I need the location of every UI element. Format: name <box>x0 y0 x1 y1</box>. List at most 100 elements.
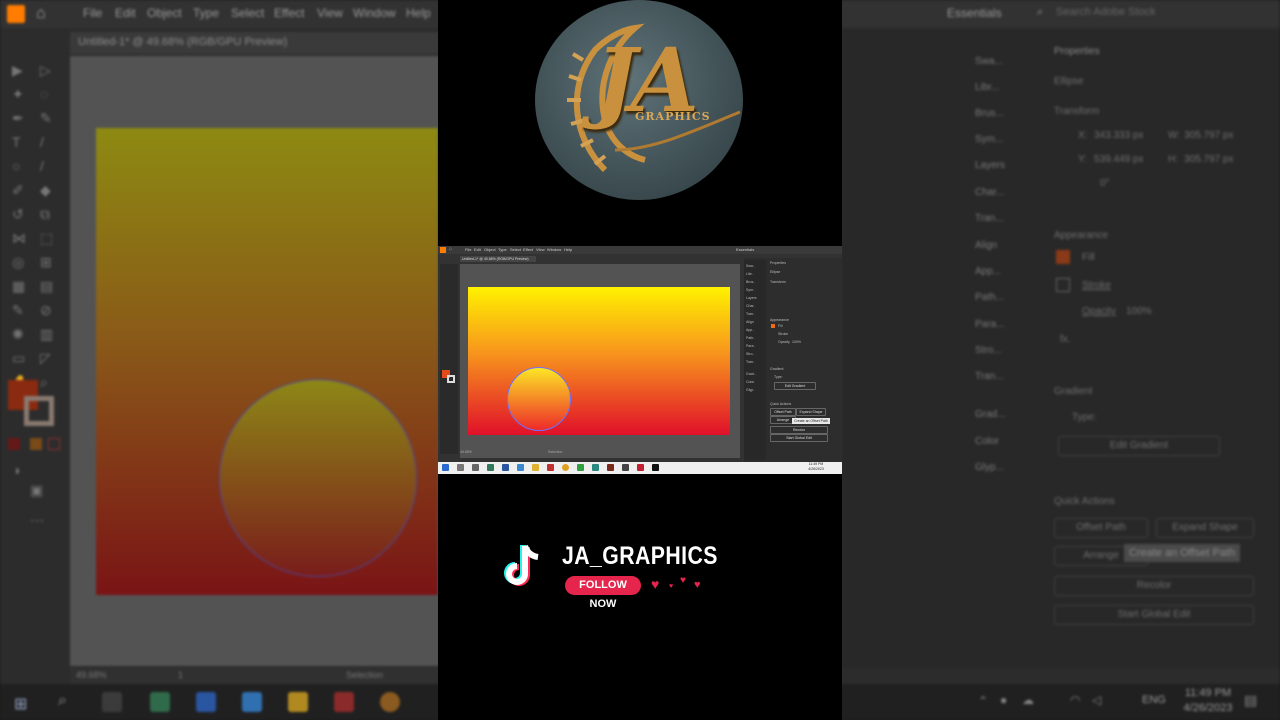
bg-store-icon <box>196 692 216 712</box>
inner-dock-color: Color <box>746 380 755 384</box>
bg-selection-tool-icon: ▶ <box>12 62 23 78</box>
inner-explorer-icon <box>532 464 539 471</box>
inner-home-icon: ⌂ <box>449 246 453 252</box>
inner-transform-label: Transform <box>770 280 786 284</box>
bg-y-label: Y: <box>1078 154 1087 165</box>
inner-taskview-icon <box>472 464 479 471</box>
bg-zoom-value: 49.68% <box>76 670 107 680</box>
bg-start-global-edit-button: Start Global Edit <box>1054 605 1254 625</box>
bg-menu-help: Help <box>406 6 431 20</box>
inner-tiktok-task-icon <box>652 464 659 471</box>
inner-menu-edit: Edit <box>474 247 481 252</box>
bg-tooltip: Create an Offset Path <box>1124 544 1240 562</box>
inner-menu-select: Select <box>510 247 522 252</box>
bg-chrome-icon <box>380 692 400 712</box>
bg-menu-type: Type <box>193 6 220 20</box>
bg-offset-path-button: Offset Path <box>1054 518 1148 538</box>
bg-windows-start-icon: ⊞ <box>14 696 28 713</box>
bg-eyedropper-icon: ✎ <box>12 302 24 318</box>
bg-gradient-mode-icon <box>30 438 42 450</box>
inner-ellipse <box>507 367 571 431</box>
inner-tooltip: Create an Offset Path <box>792 418 830 424</box>
inner-menu-help: Help <box>564 247 573 252</box>
inner-windows-taskbar <box>438 462 842 474</box>
home-icon: ⌂ <box>36 5 46 22</box>
inner-menu-file: File <box>465 247 472 252</box>
bg-dock-align: Align <box>975 240 998 251</box>
bg-menu-select: Select <box>231 6 265 20</box>
inner-menu-object: Object <box>484 247 496 252</box>
inner-dock-gradient: Grad.. <box>746 372 756 376</box>
bg-ellipse <box>219 379 417 577</box>
bg-document-tab: Untitled-1* @ 49.68% (RGB/GPU Preview) <box>70 32 440 54</box>
inner-fill-label: Fill <box>778 324 783 328</box>
inner-dock-align: Align <box>746 320 754 324</box>
inner-calc-icon <box>487 464 494 471</box>
inner-edge-icon <box>517 464 524 471</box>
inner-recolor-button: Recolor <box>770 426 828 434</box>
bg-type-label: Type: <box>1072 412 1097 423</box>
bg-free-transform-icon: ⬚ <box>40 230 54 246</box>
bg-artboard-tool-icon: ▭ <box>12 350 26 366</box>
bg-scale-icon: ⧉ <box>40 206 50 222</box>
inner-workspace: Essentials <box>736 247 755 252</box>
bg-ellipse-tool-icon: ○ <box>12 158 21 174</box>
inner-start-global-edit-button: Start Global Edit <box>770 434 828 442</box>
bg-shape-builder-icon: ◎ <box>12 254 25 270</box>
inner-dock-swatches: Swa.. <box>746 264 755 268</box>
inner-quick-actions-label: Quick Actions <box>770 402 792 406</box>
inner-zoom: 49.68% <box>460 450 472 454</box>
bg-transform-label: Transform <box>1054 106 1100 117</box>
bg-mic-icon: ● <box>1000 693 1008 707</box>
bg-dock-gradient: Grad... <box>975 409 1006 420</box>
inner-menu-window: Window <box>547 247 562 252</box>
inner-status: Selection <box>548 450 563 454</box>
inner-properties-object: Ellipse <box>770 270 781 274</box>
follow-now-button[interactable]: FOLLOW NOW <box>565 576 641 610</box>
illustrator-logo-icon <box>7 5 25 23</box>
bg-mesh-icon: ▦ <box>12 278 26 294</box>
inner-dock-stroke: Stro.. <box>746 352 755 356</box>
inner-appearance-label: Appearance <box>770 318 789 322</box>
inner-document-tab: Untitled-1* @ 49.68% (RGB/GPU Preview) <box>460 256 536 262</box>
bg-pen-icon: ✒ <box>12 110 24 126</box>
bg-edge-icon <box>242 692 262 712</box>
bg-dock-symbols: Sym... <box>975 134 1004 145</box>
bg-dock-stroke: Stro... <box>975 345 1002 356</box>
bg-direct-select-icon: ▷ <box>40 62 51 78</box>
bg-artboard-number: 1 <box>178 670 184 680</box>
inner-illustrator-screenshot: ⌂ File Edit Object Type Select Effect Vi… <box>438 246 842 474</box>
inner-dock-transparency: Tran.. <box>746 360 756 364</box>
inner-stroke-swatch <box>447 375 455 383</box>
bg-shaper-icon: ✐ <box>12 182 24 198</box>
bg-gradient-label: Gradient <box>1054 386 1093 397</box>
inner-dock-libraries: Libr.. <box>746 272 754 276</box>
bg-opacity-value: 100% <box>1126 306 1152 317</box>
bg-clock-time: 11:49 PM <box>1184 687 1232 699</box>
bg-lasso-icon: ◌ <box>40 86 49 102</box>
bg-volume-icon: ◁ <box>1092 693 1102 707</box>
tiktok-icon <box>504 544 539 586</box>
inner-dock-paragraph: Para.. <box>746 344 756 348</box>
inner-start-icon <box>442 464 449 471</box>
bg-line-icon: / <box>40 134 44 150</box>
bg-dock-transparency: Tran... <box>975 371 1004 382</box>
bg-task-view-icon <box>102 692 122 712</box>
bg-stroke-label: Stroke <box>1082 280 1111 291</box>
bg-none-mode-icon <box>48 438 60 450</box>
inner-dock-glyphs: Glyp.. <box>746 388 756 392</box>
inner-dock-transform: Tran.. <box>746 312 756 316</box>
bg-w-value: 305.797 px <box>1184 130 1234 141</box>
inner-dock-brushes: Brus.. <box>746 280 756 284</box>
bg-type-icon: T <box>12 134 21 150</box>
bg-wifi-icon: ◠ <box>1070 693 1081 707</box>
inner-search-icon <box>457 464 464 471</box>
bg-opacity-label: Opacity <box>1082 306 1116 317</box>
bg-w-label: W: <box>1168 130 1181 141</box>
heart-small-icon: ♥ <box>669 583 674 590</box>
bg-dock-brushes: Brus... <box>975 108 1004 119</box>
bg-more-tools-icon: ⋯ <box>30 512 44 528</box>
bg-dock-appearance: App... <box>975 266 1002 277</box>
inner-dock-pathfinder: Path.. <box>746 336 756 340</box>
bg-slice-icon: ◸ <box>40 350 51 366</box>
